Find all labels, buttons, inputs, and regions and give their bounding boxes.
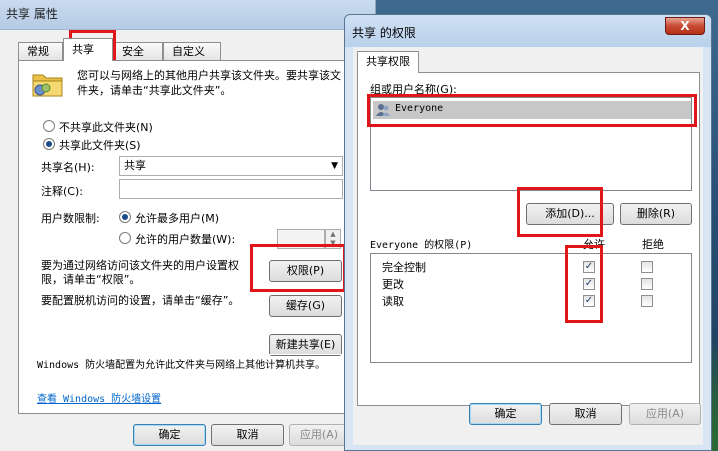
- highlight-add-button: [517, 187, 603, 237]
- properties-title: 共享 属性: [0, 0, 375, 30]
- permissions-title: 共享 的权限: [352, 26, 416, 40]
- highlight-permissions-button: [250, 244, 346, 292]
- max-users-label: 允许最多用户(M): [135, 212, 220, 225]
- tab-customize[interactable]: 自定义: [163, 42, 221, 61]
- firewall-settings-link[interactable]: 查看 Windows 防火墙设置: [37, 390, 161, 405]
- max-users-radio[interactable]: [119, 211, 131, 223]
- remove-user-button[interactable]: 删除(R): [620, 203, 692, 225]
- highlight-everyone-row: [367, 94, 697, 127]
- permissions-titlebar: 共享 的权限 X: [345, 15, 711, 47]
- user-limit-label: 用户数限制:: [41, 212, 100, 225]
- deny-full-control-checkbox[interactable]: [641, 261, 653, 273]
- tab-share-permissions[interactable]: 共享权限: [357, 51, 419, 73]
- no-share-label: 不共享此文件夹(N): [59, 121, 153, 134]
- close-icon[interactable]: X: [665, 17, 705, 35]
- firewall-text: Windows 防火墙配置为允许此文件夹与网络上其他计算机共享。: [37, 360, 326, 371]
- cache-hint: 要配置脱机访问的设置，请单击“缓存”。: [41, 294, 240, 307]
- properties-window: 共享 属性 常规 共享 安全 自定义 您可以与网络上的其他用户共享该文件夹。要共…: [0, 0, 376, 451]
- perm-name-read: 读取: [382, 295, 404, 308]
- deny-column-header: 拒绝: [642, 238, 664, 251]
- highlight-allow-column: [565, 245, 603, 323]
- permissions-table: 完全控制 ✓ 更改 ✓ 读取 ✓: [370, 253, 692, 363]
- sharing-panel: 您可以与网络上的其他用户共享该文件夹。要共享该文件夹，请单击“共享此文件夹”。 …: [18, 60, 358, 414]
- new-share-button[interactable]: 新建共享(E): [269, 334, 342, 356]
- cache-button[interactable]: 缓存(G): [269, 295, 342, 317]
- properties-apply-button[interactable]: 应用(A): [289, 424, 349, 446]
- share-name-label: 共享名(H):: [41, 161, 95, 174]
- share-radio[interactable]: [43, 138, 55, 150]
- allowed-users-radio[interactable]: [119, 232, 131, 244]
- share-description: 您可以与网络上的其他用户共享该文件夹。要共享该文件夹，请单击“共享此文件夹”。: [77, 69, 341, 97]
- permissions-apply-button[interactable]: 应用(A): [629, 403, 701, 425]
- deny-read-checkbox[interactable]: [641, 295, 653, 307]
- perm-name-full-control: 完全控制: [382, 261, 426, 274]
- permissions-hint: 要为通过网络访问该文件夹的用户设置权限，请单击“权限”。: [41, 259, 239, 286]
- permissions-label: Everyone 的权限(P): [370, 240, 473, 251]
- dropdown-arrow-icon: ▼: [331, 161, 338, 171]
- no-share-radio[interactable]: [43, 120, 55, 132]
- properties-cancel-button[interactable]: 取消: [211, 424, 284, 446]
- permissions-cancel-button[interactable]: 取消: [549, 403, 622, 425]
- panel-divider: [19, 354, 357, 355]
- comment-input[interactable]: [119, 179, 343, 199]
- tab-general[interactable]: 常规: [18, 42, 63, 61]
- perm-name-change: 更改: [382, 278, 404, 291]
- comment-label: 注释(C):: [41, 185, 83, 198]
- tab-security[interactable]: 安全: [113, 42, 163, 61]
- spin-up-icon[interactable]: ▲: [326, 230, 340, 239]
- permissions-ok-button[interactable]: 确定: [469, 403, 542, 425]
- share-name-dropdown[interactable]: 共享 ▼: [119, 156, 343, 176]
- folder-icon: [32, 74, 63, 97]
- allowed-users-label: 允许的用户数量(W):: [135, 233, 236, 246]
- share-label: 共享此文件夹(S): [59, 139, 141, 152]
- properties-ok-button[interactable]: 确定: [133, 424, 206, 446]
- tab-sharing[interactable]: 共享: [63, 38, 113, 61]
- deny-change-checkbox[interactable]: [641, 278, 653, 290]
- share-name-value: 共享: [124, 159, 146, 172]
